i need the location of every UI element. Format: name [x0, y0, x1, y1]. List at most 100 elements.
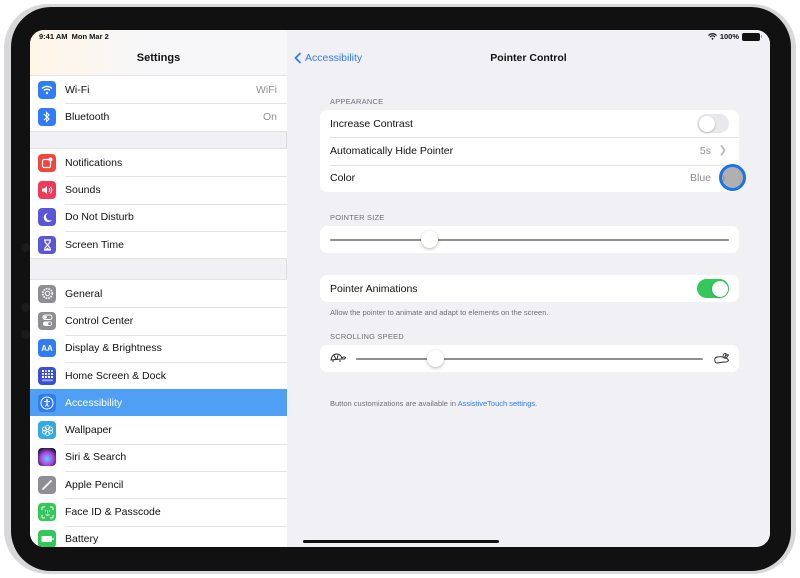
wifi-icon — [38, 80, 56, 99]
sidebar-item-accessibility[interactable]: Accessibility — [30, 389, 287, 417]
sidebar-item-label: Face ID & Passcode — [65, 506, 161, 519]
battery-icon — [38, 530, 56, 547]
sidebar-item-label: Battery — [65, 533, 99, 546]
sidebar-item-control-center[interactable]: Control Center — [30, 307, 287, 334]
scrolling-speed-card — [320, 345, 739, 372]
pointer-size-slider[interactable] — [320, 226, 739, 253]
sidebar-item-label: General — [65, 287, 103, 300]
pointer-animations-footnote: Allow the pointer to animate and adapt t… — [330, 308, 549, 317]
gear-icon — [38, 284, 56, 303]
bezel-sensor — [21, 303, 30, 312]
footnote-suffix: . — [535, 399, 538, 408]
chevron-right-icon: ❯ — [718, 145, 727, 157]
scrolling-speed-header: SCROLLING SPEED — [330, 332, 404, 341]
sidebar-item-label: Apple Pencil — [65, 478, 124, 491]
appearance-header: APPEARANCE — [330, 97, 384, 106]
sidebar-item-label: Wallpaper — [65, 424, 112, 437]
accessibility-icon — [38, 393, 56, 412]
status-time-text: 9:41 AM — [39, 32, 68, 41]
sidebar-item-label: Sounds — [65, 183, 101, 196]
text-size-icon: AA — [38, 339, 56, 358]
flower-icon — [38, 421, 56, 440]
increase-contrast-toggle[interactable] — [697, 114, 729, 134]
sidebar-group-system: General Control Center AA Display & Brig… — [30, 279, 287, 547]
scrolling-speed-slider-knob[interactable] — [427, 350, 445, 367]
home-indicator[interactable] — [303, 540, 499, 543]
auto-hide-pointer-value: 5s — [699, 144, 711, 157]
sidebar-item-home-screen-dock[interactable]: Home Screen & Dock — [30, 361, 287, 389]
scrolling-speed-slider[interactable] — [320, 345, 739, 372]
status-right: 100% — [707, 32, 762, 41]
sidebar-item-do-not-disturb[interactable]: Do Not Disturb — [30, 203, 287, 231]
sidebar-item-label: Bluetooth — [65, 110, 110, 123]
sidebar-item-face-id-passcode[interactable]: Face ID & Passcode — [30, 498, 287, 525]
bezel-sensor — [21, 330, 30, 339]
sidebar-title: Settings — [136, 52, 181, 64]
sidebar-item-screen-time[interactable]: Screen Time — [30, 230, 287, 258]
toggle-knob — [698, 115, 715, 132]
pencil-icon — [38, 475, 56, 494]
increase-contrast-label: Increase Contrast — [330, 117, 413, 130]
sidebar-item-label: Accessibility — [65, 396, 123, 409]
sidebar-item-label: Siri & Search — [65, 451, 127, 464]
assistivetouch-footnote: Button customizations are available in A… — [330, 399, 537, 408]
notifications-icon — [38, 153, 56, 172]
screen: 9:41 AM Mon Mar 2 Settings Wi-Fi WiFi Bl… — [30, 30, 770, 547]
speaker-icon — [38, 180, 56, 199]
sidebar-item-label: Control Center — [65, 314, 134, 327]
status-time: 9:41 AM Mon Mar 2 — [39, 32, 109, 41]
sidebar-item-label: Do Not Disturb — [65, 211, 134, 224]
sidebar-item-label: Notifications — [65, 156, 123, 169]
app-grid-icon — [38, 366, 56, 385]
auto-hide-pointer-label: Automatically Hide Pointer — [330, 144, 454, 157]
pointer-size-card — [320, 226, 739, 253]
sidebar-group-connectivity: Wi-Fi WiFi Bluetooth On — [30, 75, 287, 132]
sidebar-item-label: Home Screen & Dock — [65, 369, 166, 382]
sidebar-item-bluetooth[interactable]: Bluetooth On — [30, 103, 287, 130]
pointer-size-header: POINTER SIZE — [330, 213, 385, 222]
appearance-card: Increase Contrast Automatically Hide Poi… — [320, 110, 739, 192]
hourglass-icon — [38, 235, 56, 254]
siri-icon — [38, 448, 56, 467]
sidebar-item-display-brightness[interactable]: AA Display & Brightness — [30, 334, 287, 362]
bezel-sensor — [21, 243, 30, 252]
color-value: Blue — [689, 172, 711, 185]
assistivetouch-settings-link[interactable]: AssistiveTouch settings — [458, 399, 536, 408]
slider-track — [330, 238, 729, 241]
pointer-control-pane: 100% Accessibility Pointer Control APPEA… — [287, 30, 770, 547]
sidebar-item-notifications[interactable]: Notifications — [30, 149, 287, 176]
sidebar-item-wallpaper[interactable]: Wallpaper — [30, 416, 287, 443]
wifi-icon — [707, 33, 717, 40]
sidebar-item-general[interactable]: General — [30, 280, 287, 307]
sidebar-item-value: On — [262, 110, 277, 123]
pointer-size-slider-knob[interactable] — [421, 231, 439, 248]
battery-icon — [742, 32, 762, 41]
sidebar-item-sounds[interactable]: Sounds — [30, 176, 287, 203]
sidebar-item-label: Screen Time — [65, 238, 124, 251]
pointer-animations-card: Pointer Animations — [320, 275, 739, 303]
page-title: Pointer Control — [490, 52, 567, 64]
sidebar-item-wifi[interactable]: Wi-Fi WiFi — [30, 76, 287, 103]
color-row[interactable]: Color Blue ❯ — [320, 164, 739, 192]
sidebar-item-label: Display & Brightness — [65, 342, 162, 355]
sidebar-item-battery[interactable]: Battery — [30, 525, 287, 547]
footnote-text: Button customizations are available in — [330, 399, 458, 408]
status-date-text: Mon Mar 2 — [71, 32, 109, 41]
pointer-animations-row: Pointer Animations — [320, 275, 739, 302]
sidebar-item-apple-pencil[interactable]: Apple Pencil — [30, 471, 287, 498]
battery-percent: 100% — [719, 32, 739, 41]
sidebar-item-label: Wi-Fi — [65, 83, 90, 96]
sidebar-item-siri-search[interactable]: Siri & Search — [30, 443, 287, 471]
auto-hide-pointer-row[interactable]: Automatically Hide Pointer 5s ❯ — [320, 137, 739, 164]
moon-icon — [38, 208, 56, 227]
rabbit-icon — [714, 352, 730, 364]
settings-sidebar: 9:41 AM Mon Mar 2 Settings Wi-Fi WiFi Bl… — [30, 30, 287, 547]
pointer-animations-toggle[interactable] — [697, 279, 729, 299]
sidebar-item-value: WiFi — [256, 83, 277, 96]
toggle-knob — [711, 280, 728, 297]
turtle-icon — [330, 353, 346, 362]
slider-track — [356, 357, 703, 360]
increase-contrast-row: Increase Contrast — [320, 110, 739, 137]
pointer-animations-label: Pointer Animations — [330, 282, 418, 295]
sidebar-header: 9:41 AM Mon Mar 2 Settings — [30, 30, 287, 76]
